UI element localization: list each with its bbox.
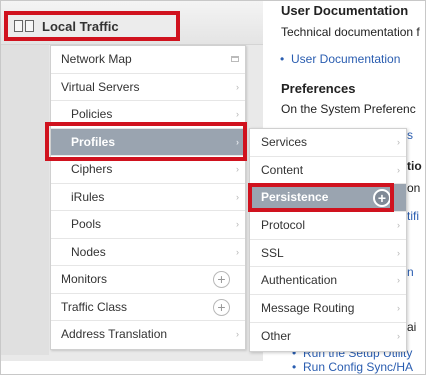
add-persistence-icon[interactable]: + bbox=[373, 189, 391, 208]
submenu-item-content[interactable]: Content › bbox=[250, 157, 406, 185]
chevron-right-icon: › bbox=[236, 109, 239, 119]
menu-item-label: Policies bbox=[71, 107, 113, 121]
user-documentation-link[interactable]: User Documentation bbox=[280, 52, 400, 66]
menu-item-pools[interactable]: Pools › bbox=[51, 211, 245, 239]
submenu-item-label: Other bbox=[261, 328, 292, 343]
submenu-item-label: Persistence bbox=[261, 190, 329, 205]
nav-header: Local Traffic bbox=[1, 1, 263, 45]
partial-heading-text: tio bbox=[407, 159, 422, 173]
menu-item-label: Ciphers bbox=[71, 162, 113, 176]
menu-item-virtual-servers[interactable]: Virtual Servers › bbox=[51, 74, 245, 101]
local-traffic-icon bbox=[14, 18, 36, 34]
submenu-item-authentication[interactable]: Authentication › bbox=[250, 267, 406, 296]
menu-item-label: Traffic Class bbox=[61, 299, 128, 314]
chevron-right-icon: › bbox=[397, 137, 400, 147]
external-window-icon bbox=[231, 56, 239, 62]
user-documentation-heading: User Documentation bbox=[281, 3, 409, 18]
chevron-right-icon: › bbox=[236, 219, 239, 229]
submenu-item-services[interactable]: Services › bbox=[250, 129, 406, 157]
menu-item-traffic-class[interactable]: Traffic Class + bbox=[51, 294, 245, 321]
preferences-text: On the System Preferenc bbox=[281, 102, 416, 116]
submenu-item-protocol[interactable]: Protocol › bbox=[250, 212, 406, 240]
chevron-right-icon: › bbox=[397, 330, 400, 341]
local-traffic-menu: Network Map Virtual Servers › Policies ›… bbox=[50, 45, 246, 350]
menu-item-label: Virtual Servers bbox=[61, 79, 140, 94]
chevron-right-icon: › bbox=[236, 329, 239, 339]
chevron-right-icon: › bbox=[236, 136, 239, 147]
partial-text: on bbox=[407, 181, 421, 195]
menu-item-profiles[interactable]: Profiles › bbox=[51, 128, 245, 156]
chevron-right-icon: › bbox=[397, 220, 400, 231]
menu-item-label: Nodes bbox=[71, 244, 106, 259]
chevron-right-icon: › bbox=[236, 81, 239, 92]
menu-item-label: Network Map bbox=[61, 52, 132, 66]
chevron-right-icon: › bbox=[236, 191, 239, 202]
menu-item-label: Pools bbox=[71, 217, 102, 231]
partial-link-text: n bbox=[407, 265, 414, 279]
chevron-right-icon: › bbox=[236, 246, 239, 257]
run-config-sync-link[interactable]: Run Config Sync/HA bbox=[292, 360, 413, 374]
submenu-item-label: SSL bbox=[261, 245, 284, 260]
chevron-right-icon: › bbox=[397, 247, 400, 258]
menu-item-label: Profiles bbox=[71, 134, 116, 149]
profiles-submenu: Services › Content › Persistence + Proto… bbox=[249, 128, 407, 352]
chevron-right-icon: › bbox=[397, 275, 400, 286]
browser-viewport: Local Traffic Network Map Virtual Server… bbox=[0, 0, 426, 375]
menu-item-monitors[interactable]: Monitors + bbox=[51, 266, 245, 294]
menu-item-label: Address Translation bbox=[61, 327, 168, 341]
menu-item-label: iRules bbox=[71, 189, 105, 204]
submenu-item-label: Protocol bbox=[261, 218, 306, 233]
partial-link-text: s bbox=[407, 128, 413, 142]
chevron-right-icon: › bbox=[236, 164, 239, 174]
documentation-text: Technical documentation f bbox=[281, 25, 420, 39]
submenu-item-label: Content bbox=[261, 162, 304, 177]
submenu-item-label: Services bbox=[261, 135, 308, 149]
menu-item-nodes[interactable]: Nodes › bbox=[51, 239, 245, 266]
add-traffic-class-icon[interactable]: + bbox=[213, 298, 230, 316]
menu-item-irules[interactable]: iRules › bbox=[51, 184, 245, 211]
submenu-item-label: Authentication bbox=[261, 273, 338, 288]
submenu-item-ssl[interactable]: SSL › bbox=[250, 240, 406, 268]
menu-item-network-map[interactable]: Network Map bbox=[51, 46, 245, 74]
preferences-heading: Preferences bbox=[281, 81, 356, 96]
partial-text: ai bbox=[407, 320, 417, 334]
add-monitor-icon[interactable]: + bbox=[213, 271, 230, 288]
menu-item-label: Monitors bbox=[61, 272, 108, 286]
submenu-item-other[interactable]: Other › bbox=[250, 323, 406, 351]
navigation-gutter bbox=[1, 45, 49, 355]
submenu-item-message-routing[interactable]: Message Routing › bbox=[250, 295, 406, 323]
menu-item-ciphers[interactable]: Ciphers › bbox=[51, 156, 245, 184]
chevron-right-icon: › bbox=[397, 164, 400, 175]
submenu-item-persistence[interactable]: Persistence + bbox=[250, 184, 406, 213]
local-traffic-tab[interactable]: Local Traffic bbox=[4, 11, 180, 41]
partial-link-text: tifi bbox=[407, 209, 419, 223]
menu-item-address-translation[interactable]: Address Translation › bbox=[51, 321, 245, 349]
submenu-item-label: Message Routing bbox=[261, 301, 355, 316]
chevron-right-icon: › bbox=[397, 303, 400, 314]
local-traffic-title: Local Traffic bbox=[42, 18, 119, 34]
menu-item-policies[interactable]: Policies › bbox=[51, 101, 245, 129]
